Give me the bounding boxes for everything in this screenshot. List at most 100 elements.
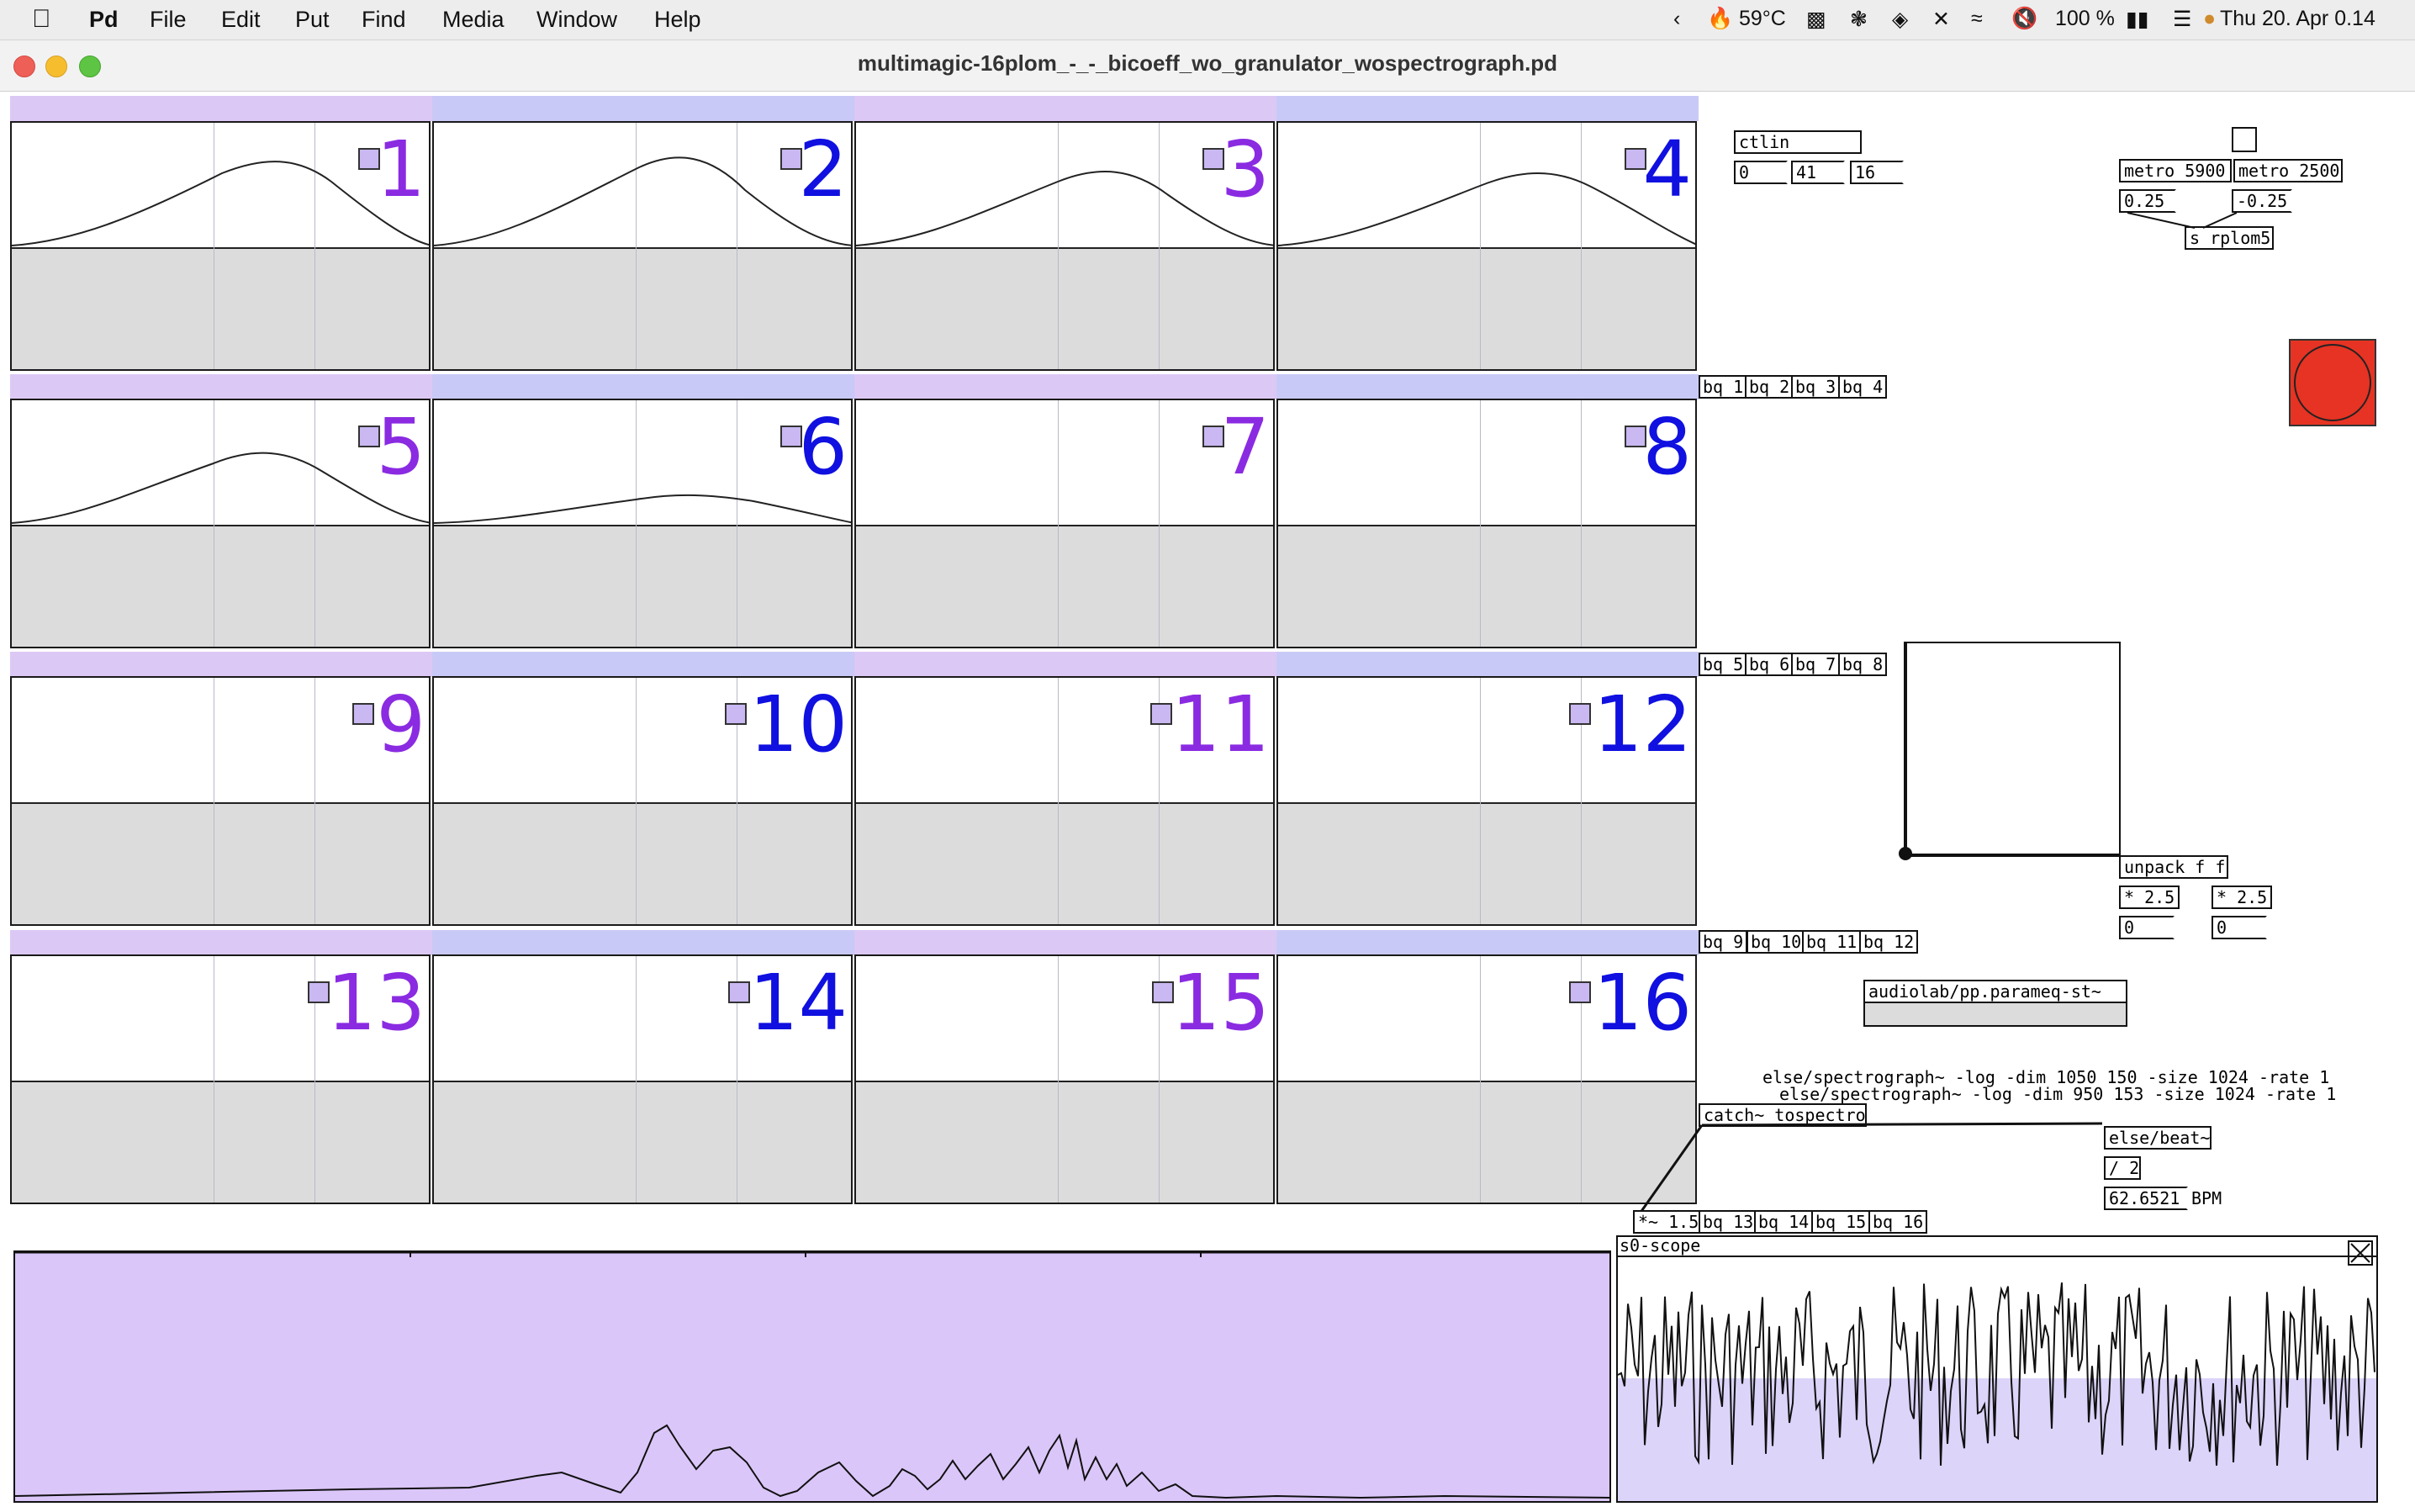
multiply-object-2[interactable]: * 2.5 — [2212, 886, 2272, 909]
multiply-signal-object[interactable]: *~ 1.5 — [1633, 1210, 1700, 1234]
bq-message[interactable]: bq 4 — [1838, 375, 1888, 399]
ctlin-value-3[interactable]: 16 — [1850, 161, 1904, 184]
toggle-9[interactable] — [352, 703, 374, 725]
clock-label[interactable]: Thu 20. Apr 0.14 — [2220, 7, 2375, 31]
xy-pad-handle[interactable] — [1899, 847, 1912, 860]
chatgpt-icon[interactable]: ❃ — [1850, 7, 1868, 32]
filter-graph-3[interactable]: 3 — [854, 121, 1275, 371]
filter-graph-15[interactable]: 15 — [854, 954, 1275, 1204]
bq-message[interactable]: bq 9 — [1699, 930, 1748, 954]
filter-graph-14[interactable]: 14 — [432, 954, 853, 1204]
cell-number-11: 11 — [1171, 679, 1270, 769]
menu-window[interactable]: Window — [536, 7, 617, 33]
metro-object-1[interactable]: metro 5900 — [2119, 159, 2232, 182]
menu-file[interactable]: File — [150, 7, 187, 33]
menu-edit[interactable]: Edit — [221, 7, 261, 33]
bq-message[interactable]: bq 12 — [1859, 930, 1919, 954]
grid-line — [314, 678, 315, 924]
row2-band-d — [1276, 374, 1699, 399]
graph-lower-area — [856, 525, 1273, 647]
row3-band-a — [10, 652, 432, 677]
number-box-2[interactable]: 0 — [2212, 916, 2267, 939]
row4-band-b — [432, 930, 854, 955]
cell-number-8: 8 — [1642, 402, 1692, 492]
spectrum-display[interactable] — [13, 1250, 1611, 1503]
filter-graph-9[interactable]: 9 — [10, 676, 431, 926]
mute-icon[interactable]: 🔇 — [2011, 7, 2037, 31]
filter-graph-6[interactable]: 6 — [432, 399, 853, 648]
cell-number-9: 9 — [376, 679, 425, 769]
menu-help[interactable]: Help — [654, 7, 701, 33]
xy-pad[interactable] — [1904, 642, 2121, 857]
filter-graph-12[interactable]: 12 — [1276, 676, 1697, 926]
graph-lower-area — [856, 802, 1273, 924]
ctlin-value-2[interactable]: 41 — [1791, 161, 1845, 184]
filter-graph-1[interactable]: 1 — [10, 121, 431, 371]
bq-message[interactable]: bq 1 — [1699, 375, 1748, 399]
ctlin-object[interactable]: ctlin — [1734, 130, 1862, 154]
bq-message[interactable]: bq 3 — [1791, 375, 1841, 399]
filter-graph-11[interactable]: 11 — [854, 676, 1275, 926]
filter-graph-2[interactable]: 2 — [432, 121, 853, 371]
grid-line — [1480, 400, 1481, 647]
toggle-14[interactable] — [728, 981, 750, 1003]
patch-cords — [2127, 212, 2238, 229]
parameq-gui[interactable] — [1863, 1003, 2127, 1027]
filter-graph-7[interactable]: 7 — [854, 399, 1275, 648]
toggle-11[interactable] — [1150, 703, 1172, 725]
bq-message[interactable]: bq 8 — [1838, 653, 1888, 676]
filter-graph-8[interactable]: 8 — [1276, 399, 1697, 648]
cell-number-2: 2 — [798, 124, 848, 214]
window-title: multimagic-16plom_-_-_bicoeff_wo_granula… — [857, 50, 1558, 76]
divide-object[interactable]: / 2 — [2104, 1156, 2141, 1180]
grid-line — [1581, 400, 1582, 647]
bq-message[interactable]: bq 10 — [1747, 930, 1806, 954]
menu-media[interactable]: Media — [442, 7, 505, 33]
beat-object[interactable]: else/beat~ — [2104, 1126, 2212, 1150]
bq-message[interactable]: bq 5 — [1699, 653, 1748, 676]
bpm-number-box[interactable]: 62.6521 — [2104, 1187, 2188, 1210]
toggle-12[interactable] — [1569, 703, 1591, 725]
number-box-1[interactable]: 0 — [2119, 916, 2175, 939]
bluetooth-off-icon[interactable]: ✕ — [1932, 7, 1950, 32]
chevron-left-icon[interactable]: ‹ — [1673, 7, 1680, 31]
orange-dot-icon: ● — [2203, 7, 2217, 30]
row4-band-a — [10, 930, 432, 955]
bang-button[interactable] — [2232, 127, 2257, 152]
apple-icon[interactable]:  — [32, 5, 51, 34]
parameq-object[interactable]: audiolab/pp.parameq-st~ — [1863, 980, 2127, 1003]
patch-canvas[interactable]: 1 2 3 4 5 6 7 8 9 10 11 12 13 14 15 16 b… — [0, 92, 2415, 1512]
scope-display[interactable]: s0-scope — [1616, 1235, 2378, 1503]
graph-lower-area — [12, 1081, 429, 1203]
bq-message[interactable]: bq 7 — [1791, 653, 1841, 676]
spectrograph-comment-2: else/spectrograph~ -log -dim 950 153 -si… — [1779, 1084, 2337, 1104]
control-center-icon[interactable]: ☰ — [2173, 7, 2191, 32]
red-bang-button[interactable] — [2289, 339, 2376, 426]
toggle-16[interactable] — [1569, 981, 1591, 1003]
filter-graph-13[interactable]: 13 — [10, 954, 431, 1204]
filter-graph-10[interactable]: 10 — [432, 676, 853, 926]
metro-object-2[interactable]: metro 2500 — [2233, 159, 2343, 182]
layers-icon[interactable]: ◈ — [1892, 7, 1908, 32]
menu-put[interactable]: Put — [295, 7, 330, 33]
bq-message[interactable]: bq 6 — [1745, 653, 1794, 676]
car-icon[interactable]: ▩ — [1806, 7, 1826, 32]
flame-icon[interactable]: 🔥 — [1707, 7, 1733, 31]
menu-find[interactable]: Find — [362, 7, 406, 33]
wifi-icon[interactable]: ≈ — [1971, 7, 1983, 31]
unpack-object[interactable]: unpack f f — [2119, 855, 2228, 879]
ctlin-value-1[interactable]: 0 — [1734, 161, 1788, 184]
multiply-object-1[interactable]: * 2.5 — [2119, 886, 2180, 909]
cell-number-5: 5 — [376, 402, 425, 492]
grid-line — [1058, 678, 1059, 924]
toggle-10[interactable] — [725, 703, 747, 725]
battery-icon[interactable]: ▮▮ — [2126, 7, 2149, 32]
bq-message[interactable]: bq 2 — [1745, 375, 1794, 399]
bq-message[interactable]: bq 11 — [1802, 930, 1862, 954]
filter-graph-5[interactable]: 5 — [10, 399, 431, 648]
filter-graph-4[interactable]: 4 — [1276, 121, 1697, 371]
cell-number-4: 4 — [1642, 124, 1692, 214]
cell-number-14: 14 — [748, 958, 848, 1048]
menu-app-name[interactable]: Pd — [89, 7, 119, 33]
row1-band-b — [432, 96, 854, 121]
